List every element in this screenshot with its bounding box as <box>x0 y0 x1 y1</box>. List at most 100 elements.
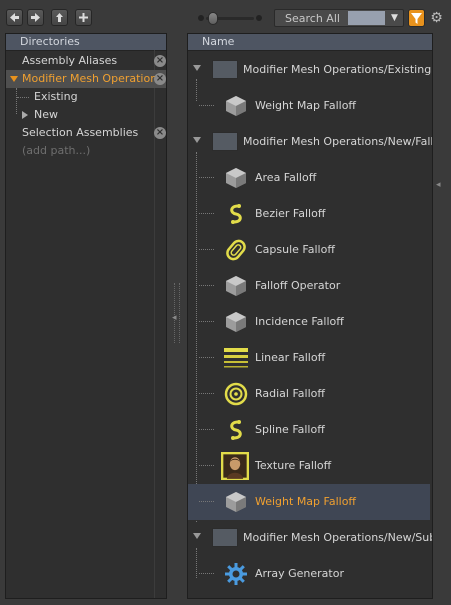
filter-icon <box>411 13 422 24</box>
tree-guide <box>199 357 214 358</box>
tree-guide <box>199 465 214 466</box>
slider-max-dot <box>256 15 262 21</box>
dir-item-label: Selection Assemblies <box>22 126 139 139</box>
group-label: Modifier Mesh Operations/Existing <box>243 63 432 76</box>
group-row[interactable]: Modifier Mesh Operations/Existing <box>188 52 432 88</box>
collapse-arrow-icon[interactable]: ◂ <box>172 313 177 323</box>
group-row[interactable]: Modifier Mesh Operations/New/Sub-... <box>188 520 433 556</box>
directories-panel: Directories Assembly Aliases × Modifier … <box>5 33 167 599</box>
item-label: Texture Falloff <box>255 459 332 472</box>
dir-item-assembly-aliases[interactable]: Assembly Aliases × <box>6 52 166 70</box>
tree-guide <box>199 285 214 286</box>
expand-icon[interactable] <box>193 533 201 539</box>
search-input[interactable] <box>348 11 385 25</box>
settings-button[interactable]: ⚙ <box>428 9 445 27</box>
item-label: Area Falloff <box>255 171 317 184</box>
tree-guide <box>199 213 214 214</box>
list-item[interactable]: Texture Falloff <box>188 448 430 484</box>
folder-icon <box>212 132 238 151</box>
bezier-falloff-icon <box>230 204 242 224</box>
expand-icon[interactable] <box>193 65 201 71</box>
dir-item-selection-assemblies[interactable]: Selection Assemblies × <box>6 124 166 142</box>
linear-falloff-icon <box>224 348 248 368</box>
list-item[interactable]: Linear Falloff <box>188 340 430 376</box>
dir-item-label: Modifier Mesh Operations <box>22 72 163 85</box>
collapse-arrow-icon[interactable]: ◂ <box>436 180 441 190</box>
radial-falloff-icon <box>224 382 248 406</box>
item-label: Bezier Falloff <box>255 207 326 220</box>
dir-item-label: Assembly Aliases <box>22 54 118 67</box>
capsule-falloff-icon <box>226 239 246 261</box>
tree-guide <box>199 177 214 178</box>
back-button[interactable] <box>6 9 23 26</box>
dir-item-modifier-mesh-operations[interactable]: Modifier Mesh Operations × <box>6 70 166 88</box>
up-button[interactable] <box>51 9 68 26</box>
list-item[interactable]: Falloff Operator <box>188 268 430 304</box>
search-scope-label: Search All <box>285 12 340 25</box>
item-label: Weight Map Falloff <box>255 99 357 112</box>
item-label: Spline Falloff <box>255 423 325 436</box>
list-item[interactable]: Array Generator <box>188 556 430 592</box>
list-item[interactable]: Spline Falloff <box>188 412 430 448</box>
search-filter[interactable]: Search All ▼ <box>274 9 404 27</box>
tree-guide <box>199 105 214 106</box>
item-label: Linear Falloff <box>255 351 326 364</box>
expand-icon[interactable] <box>10 76 18 82</box>
list-item-selected[interactable]: Weight Map Falloff <box>188 484 430 520</box>
folder-icon <box>212 528 238 547</box>
list-item[interactable]: Weight Map Falloff <box>188 88 430 124</box>
cube-icon <box>226 492 246 512</box>
slider-knob[interactable] <box>208 12 218 25</box>
forward-button[interactable] <box>27 9 44 26</box>
folder-icon <box>212 60 238 79</box>
group-label: Modifier Mesh Operations/New/Sub-... <box>243 531 433 544</box>
list-item[interactable]: Incidence Falloff <box>188 304 430 340</box>
cube-icon <box>226 276 246 296</box>
list-item[interactable]: Capsule Falloff <box>188 232 430 268</box>
tree-guide <box>199 249 214 250</box>
arrow-right-icon <box>31 13 40 22</box>
item-label: Weight Map Falloff <box>255 495 357 508</box>
expand-icon[interactable] <box>193 137 201 143</box>
group-row[interactable]: Modifier Mesh Operations/New/Falloffs <box>188 124 433 160</box>
texture-falloff-icon <box>221 452 249 480</box>
names-header: Name <box>188 34 432 51</box>
item-label: Incidence Falloff <box>255 315 344 328</box>
spline-falloff-icon <box>230 420 242 440</box>
group-label: Modifier Mesh Operations/New/Falloffs <box>243 135 433 148</box>
arrow-left-icon <box>10 13 19 22</box>
tree-guide <box>199 573 214 574</box>
remove-icon[interactable]: × <box>154 127 166 139</box>
list-item[interactable]: Radial Falloff <box>188 376 430 412</box>
directories-header: Directories <box>6 34 166 51</box>
tree-guide <box>199 321 214 322</box>
gear-icon <box>225 563 247 585</box>
remove-icon[interactable]: × <box>154 73 166 85</box>
item-label: Capsule Falloff <box>255 243 335 256</box>
add-path-label: (add path...) <box>22 144 91 157</box>
thumbnail-size-slider[interactable] <box>198 12 262 25</box>
chevron-down-icon[interactable]: ▼ <box>386 10 403 26</box>
up-arrow-icon <box>56 13 63 22</box>
plus-icon <box>79 13 88 22</box>
add-button[interactable] <box>75 9 92 26</box>
dir-item-label: New <box>34 108 58 121</box>
list-item[interactable]: Area Falloff <box>188 160 430 196</box>
dir-item-label: Existing <box>34 90 78 103</box>
gear-icon: ⚙ <box>430 10 443 26</box>
cube-icon <box>226 96 246 116</box>
dir-item-new[interactable]: New <box>6 106 166 124</box>
cube-icon <box>226 312 246 332</box>
filter-button[interactable] <box>408 9 425 27</box>
collapse-icon[interactable] <box>22 111 28 119</box>
cube-icon <box>226 168 246 188</box>
add-path-item[interactable]: (add path...) <box>6 142 166 160</box>
dir-item-existing[interactable]: Existing <box>6 88 166 106</box>
item-label: Falloff Operator <box>255 279 341 292</box>
tree-guide <box>199 393 214 394</box>
slider-min-dot <box>198 15 204 21</box>
tree-guide <box>199 429 214 430</box>
list-item[interactable]: Bezier Falloff <box>188 196 430 232</box>
remove-icon[interactable]: × <box>154 55 166 67</box>
panel-splitter[interactable]: ◂ <box>168 33 185 599</box>
